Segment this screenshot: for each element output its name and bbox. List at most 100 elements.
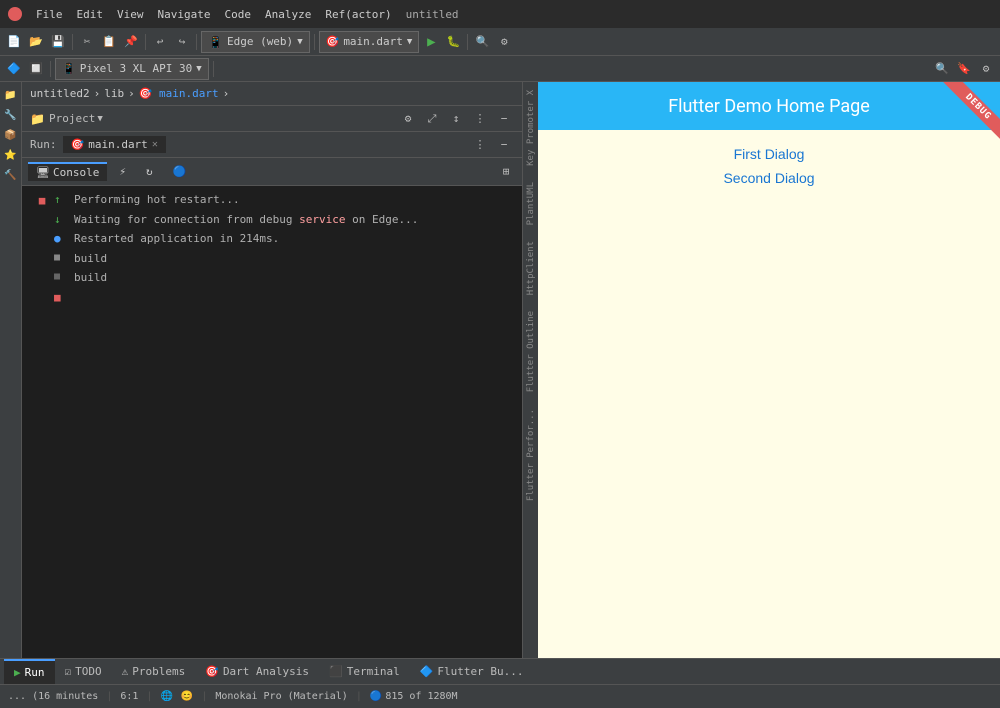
- pixel-device-label: Pixel 3 XL API 30: [80, 62, 193, 75]
- settings-btn[interactable]: ⚙: [494, 32, 514, 52]
- window-close[interactable]: [8, 7, 22, 21]
- tab-httpclient[interactable]: HttpClient: [526, 233, 536, 303]
- save-btn[interactable]: 💾: [48, 32, 68, 52]
- tab-flutter-perf[interactable]: Flutter Perfor...: [526, 401, 536, 509]
- sep3: [196, 34, 197, 50]
- tab-dart-label: Dart Analysis: [223, 665, 309, 678]
- console-area: ■ ↑ Performing hot restart... ↓ Waiting …: [22, 186, 522, 658]
- console-grid-icon[interactable]: ⊞: [496, 162, 516, 182]
- menu-navigate[interactable]: Navigate: [152, 6, 217, 23]
- pixel-device-selector[interactable]: 📱 Pixel 3 XL API 30 ▼: [55, 58, 209, 80]
- status-position[interactable]: 6:1: [120, 691, 138, 702]
- device-selector[interactable]: 📱 Edge (web) ▼: [201, 31, 310, 53]
- tab-run[interactable]: ▶ Run: [4, 659, 55, 685]
- arrow-up-icon: ↑: [54, 191, 68, 209]
- run-button[interactable]: ▶: [421, 32, 441, 52]
- project-settings-icon[interactable]: ⚙: [398, 109, 418, 129]
- bookmark-btn[interactable]: 🔖: [954, 59, 974, 79]
- flutter-tab[interactable]: 🔵: [165, 163, 195, 180]
- todo-icon: ☑: [65, 665, 72, 678]
- project-minus-icon[interactable]: −: [494, 109, 514, 129]
- tab-flutter-build[interactable]: 🔷 Flutter Bu...: [410, 659, 534, 685]
- search-everywhere-btn[interactable]: 🔍: [472, 32, 492, 52]
- bc-file[interactable]: 🎯 main.dart: [139, 87, 219, 100]
- left-sidebar: 📁 🔧 📦 ⭐ 🔨: [0, 82, 22, 658]
- menu-view[interactable]: View: [111, 6, 150, 23]
- run-tab-icon: ▶: [14, 666, 21, 679]
- project-chevron[interactable]: ▼: [97, 114, 102, 124]
- run-header: Run: 🎯 main.dart ✕ ⋮ −: [22, 132, 522, 158]
- right-tab-strip: Key Promoter X PlantUML HttpClient Flutt…: [522, 82, 538, 658]
- reload-icon: ↻: [146, 165, 153, 178]
- gear-btn2[interactable]: ⚙: [976, 59, 996, 79]
- circle-icon: ●: [54, 230, 68, 248]
- log-line-3: ● Restarted application in 214ms.: [54, 229, 514, 249]
- menu-refactor[interactable]: Ref(actor): [319, 6, 397, 23]
- project-sort-icon[interactable]: ↕: [446, 109, 466, 129]
- favorites-icon[interactable]: ⭐: [2, 146, 20, 164]
- reload-tab[interactable]: ↻: [138, 163, 161, 180]
- run-panel: Run: 🎯 main.dart ✕ ⋮ − 🖥 Console: [22, 132, 522, 658]
- status-font[interactable]: Monokai Pro (Material): [215, 691, 347, 702]
- resource-manager-icon[interactable]: 📦: [2, 126, 20, 144]
- ide-panel: untitled2 › lib › 🎯 main.dart › 📁 Projec…: [22, 82, 522, 658]
- project-icon[interactable]: 📁: [2, 86, 20, 104]
- console-content: ■ ↑ Performing hot restart... ↓ Waiting …: [22, 186, 522, 312]
- struct-btn[interactable]: 🔷: [4, 59, 24, 79]
- bc-lib[interactable]: lib: [104, 87, 124, 100]
- new-file-btn[interactable]: 📄: [4, 32, 24, 52]
- main-toolbar: 📄 📂 💾 ✂ 📋 📌 ↩ ↪ 📱 Edge (web) ▼ 🎯 main.da…: [0, 28, 1000, 56]
- console-tab[interactable]: 🖥 Console: [28, 162, 107, 181]
- tab-flutter-outline[interactable]: Flutter Outline: [526, 303, 536, 400]
- tab-key-promoter[interactable]: Key Promoter X: [526, 82, 536, 174]
- bc-root[interactable]: untitled2: [30, 87, 90, 100]
- run-tab-close[interactable]: ✕: [152, 139, 158, 150]
- tab-problems[interactable]: ⚠ Problems: [112, 659, 196, 685]
- main-area: 📁 🔧 📦 ⭐ 🔨 untitled2 › lib › 🎯 main.dart …: [0, 82, 1000, 658]
- open-btn[interactable]: 📂: [26, 32, 46, 52]
- cut-btn[interactable]: ✂: [77, 32, 97, 52]
- run-config-selector[interactable]: 🎯 main.dart ▼: [319, 31, 420, 53]
- tab-dart-analysis[interactable]: 🎯 Dart Analysis: [195, 659, 319, 685]
- console-toolbar: 🖥 Console ⚡ ↻ 🔵 ⊞: [22, 158, 522, 186]
- first-dialog-link[interactable]: First Dialog: [734, 146, 805, 162]
- menu-analyze[interactable]: Analyze: [259, 6, 317, 23]
- build-variants-icon[interactable]: 🔨: [2, 166, 20, 184]
- tab-todo[interactable]: ☑ TODO: [55, 659, 112, 685]
- menu-code[interactable]: Code: [218, 6, 257, 23]
- run-config-label: main.dart: [343, 35, 403, 48]
- menu-file[interactable]: File: [30, 6, 69, 23]
- search-btn2[interactable]: 🔍: [932, 59, 952, 79]
- project-more-icon[interactable]: ⋮: [470, 109, 490, 129]
- run-label: Run:: [30, 138, 57, 151]
- stop-indicator: ■: [39, 192, 46, 210]
- log-line-5: ■ build: [54, 268, 514, 288]
- debug-button[interactable]: 🐛: [443, 32, 463, 52]
- encoding-icon: 🌐: [160, 691, 172, 702]
- tab-plantuml[interactable]: PlantUML: [526, 174, 536, 233]
- status-encoding: 🌐: [160, 691, 172, 702]
- structure-icon[interactable]: 🔧: [2, 106, 20, 124]
- nav-btn[interactable]: 🔲: [26, 59, 46, 79]
- log-text-3: Restarted application in 214ms.: [74, 230, 279, 248]
- tab-terminal[interactable]: ⬛ Terminal: [319, 659, 410, 685]
- menu-edit[interactable]: Edit: [71, 6, 110, 23]
- sep5: [467, 34, 468, 50]
- terminal-icon: ⬛: [329, 665, 343, 678]
- red-square-icon: ■: [54, 289, 68, 307]
- redo-btn[interactable]: ↪: [172, 32, 192, 52]
- flutter-icon: 🔵: [173, 165, 187, 178]
- run-tab[interactable]: 🎯 main.dart ✕: [63, 136, 166, 153]
- undo-btn[interactable]: ↩: [150, 32, 170, 52]
- log-text-1: Performing hot restart...: [74, 191, 240, 209]
- copy-btn[interactable]: 📋: [99, 32, 119, 52]
- paste-btn[interactable]: 📌: [121, 32, 141, 52]
- position-text: 6:1: [120, 691, 138, 702]
- project-expand-icon[interactable]: ⤢: [422, 109, 442, 129]
- run-more-icon[interactable]: ⋮: [470, 135, 490, 155]
- build-icon2: ■: [54, 269, 68, 285]
- second-dialog-link[interactable]: Second Dialog: [723, 170, 814, 186]
- lightning-tab[interactable]: ⚡: [111, 163, 134, 180]
- sep1: [72, 34, 73, 50]
- run-minus-icon[interactable]: −: [494, 135, 514, 155]
